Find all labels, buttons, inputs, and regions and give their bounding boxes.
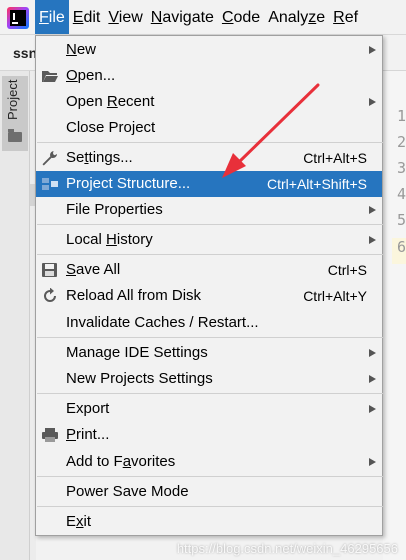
menu-item-shortcut: Ctrl+Alt+Shift+S: [267, 176, 367, 192]
submenu-arrow-icon: [369, 458, 376, 466]
menu-item-invalidate-caches[interactable]: Invalidate Caches / Restart...: [36, 310, 382, 336]
submenu-arrow-icon: [369, 236, 376, 244]
menu-analyze[interactable]: Analyze: [264, 0, 329, 34]
menu-separator: [37, 337, 383, 338]
menu-item-label: Save All: [66, 261, 121, 278]
menu-item-label: Manage IDE Settings: [66, 344, 208, 361]
menu-item-label: Power Save Mode: [66, 483, 189, 500]
submenu-arrow-icon: [369, 405, 376, 413]
line-number: 5: [397, 211, 406, 229]
reload-icon: [44, 288, 56, 302]
menu-item-label: Local History: [66, 231, 153, 248]
menu-navigate[interactable]: Navigate: [147, 0, 218, 34]
menu-item-shortcut: Ctrl+S: [327, 262, 367, 278]
menu-file[interactable]: File: [35, 0, 69, 34]
menu-refactor[interactable]: Ref: [329, 0, 362, 34]
menu-item-export[interactable]: Export: [36, 396, 382, 422]
watermark: https://blog.csdn.net/weixin_46295656: [176, 541, 398, 556]
menu-item-open[interactable]: Open...: [36, 63, 382, 89]
menu-item-label: Export: [66, 400, 110, 417]
line-number: 1: [397, 107, 406, 125]
save-icon: [42, 263, 57, 277]
wrench-icon: [42, 151, 57, 166]
menu-item-shortcut: Ctrl+Alt+S: [303, 150, 367, 166]
menu-item-label: Reload All from Disk: [66, 287, 202, 304]
menu-item-label: Add to Favorites: [66, 453, 176, 470]
menu-item-label: Close Project: [66, 119, 156, 136]
menu-separator: [37, 254, 383, 255]
submenu-arrow-icon: [369, 46, 376, 54]
menu-item-new[interactable]: New: [36, 37, 382, 63]
menu-separator: [37, 142, 383, 143]
menu-item-reload-all[interactable]: Reload All from Disk Ctrl+Alt+Y: [36, 283, 382, 309]
folder-open-icon: [42, 71, 58, 82]
menu-item-label: Open Recent: [66, 93, 155, 110]
menu-item-label: Settings...: [66, 149, 133, 166]
menu-code[interactable]: Code: [218, 0, 264, 34]
menu-item-manage-ide-settings[interactable]: Manage IDE Settings: [36, 340, 382, 366]
menu-item-file-properties[interactable]: File Properties: [36, 197, 382, 223]
file-menu-dropdown: New Open... Open Recent Close Project Se…: [35, 35, 383, 536]
menu-item-open-recent[interactable]: Open Recent: [36, 89, 382, 115]
menu-edit[interactable]: Edit: [69, 0, 105, 34]
submenu-arrow-icon: [369, 206, 376, 214]
menu-separator: [37, 393, 383, 394]
menu-item-label: Project Structure...: [66, 175, 191, 192]
menu-item-label: Open...: [66, 67, 116, 84]
submenu-arrow-icon: [369, 98, 376, 106]
line-number: 3: [397, 159, 406, 177]
editor-tab-label[interactable]: ssn: [13, 45, 37, 61]
print-icon: [42, 428, 58, 442]
line-number: 2: [397, 133, 406, 151]
submenu-arrow-icon: [369, 349, 376, 357]
menu-item-local-history[interactable]: Local History: [36, 227, 382, 253]
folder-icon: [8, 129, 22, 142]
menu-item-label: New: [66, 41, 97, 58]
main-menu-bar: File Edit View Navigate Code Analyze Ref: [0, 0, 406, 35]
menu-item-label: Exit: [66, 513, 92, 530]
menu-item-label: Invalidate Caches / Restart...: [66, 314, 259, 331]
menu-item-exit[interactable]: Exit: [36, 509, 382, 535]
intellij-logo-icon: [0, 0, 35, 35]
menu-item-new-projects-settings[interactable]: New Projects Settings: [36, 366, 382, 392]
menu-separator: [37, 476, 383, 477]
menu-item-add-to-favorites[interactable]: Add to Favorites: [36, 449, 382, 475]
menu-item-project-structure[interactable]: Project Structure... Ctrl+Alt+Shift+S: [36, 171, 382, 197]
menu-item-close-project[interactable]: Close Project: [36, 115, 382, 141]
menu-item-label: File Properties: [66, 201, 163, 218]
menu-item-power-save-mode[interactable]: Power Save Mode: [36, 479, 382, 505]
menu-view[interactable]: View: [104, 0, 146, 34]
submenu-arrow-icon: [369, 375, 376, 383]
menu-item-shortcut: Ctrl+Alt+Y: [303, 288, 367, 304]
project-tool-window-label: Project: [5, 79, 20, 120]
menu-item-label: New Projects Settings: [66, 370, 213, 387]
menu-item-print[interactable]: Print...: [36, 422, 382, 448]
menu-item-settings[interactable]: Settings... Ctrl+Alt+S: [36, 145, 382, 171]
menu-item-label: Print...: [66, 426, 110, 443]
line-number: 4: [397, 185, 406, 203]
menu-separator: [37, 506, 383, 507]
menu-separator: [37, 224, 383, 225]
line-number: 6: [397, 238, 406, 256]
project-structure-icon: [42, 178, 58, 190]
menu-item-save-all[interactable]: Save All Ctrl+S: [36, 257, 382, 283]
